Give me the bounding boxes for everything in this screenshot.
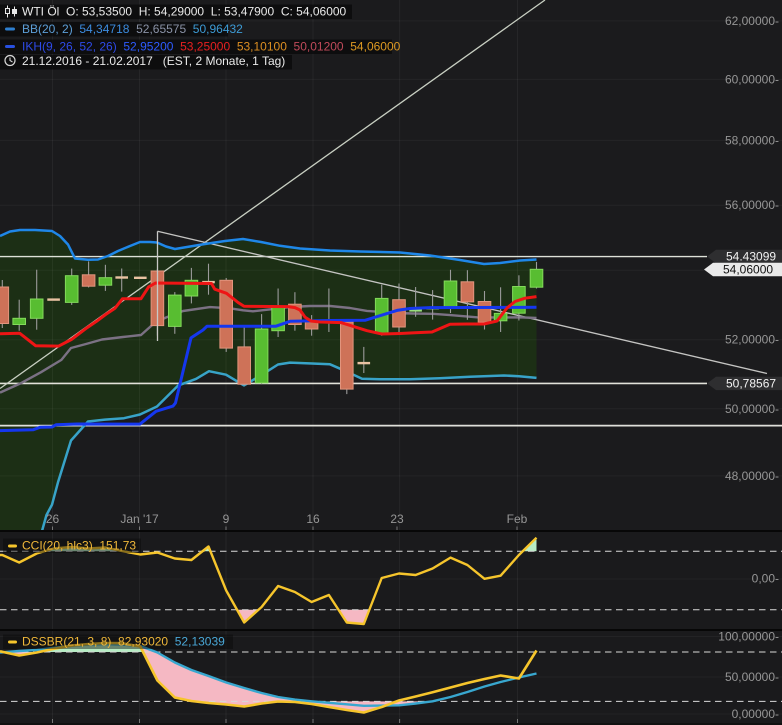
svg-text:0,00000-: 0,00000- bbox=[732, 707, 779, 721]
svg-text:50,00000-: 50,00000- bbox=[725, 402, 779, 416]
svg-text:CCI(20, hlc3) 151,73: CCI(20, hlc3) 151,73 bbox=[22, 539, 136, 553]
svg-text:16: 16 bbox=[306, 512, 320, 526]
svg-text:56,00000-: 56,00000- bbox=[725, 198, 779, 212]
svg-text:IKH(9, 26, 52, 26) 52,95200: IKH(9, 26, 52, 26) 52,95200 53,25000 53,… bbox=[22, 40, 401, 54]
svg-text:58,00000-: 58,00000- bbox=[725, 133, 779, 147]
svg-text:21.12.2016 - 21.02.2017 (EST: 21.12.2016 - 21.02.2017 (EST, 2 Monate, … bbox=[22, 54, 285, 68]
svg-text:BB(20, 2) 54,34718 52,65575: BB(20, 2) 54,34718 52,65575 50,96432 bbox=[22, 22, 243, 36]
svg-text:50,00000-: 50,00000- bbox=[725, 670, 779, 684]
svg-text:Jan '17: Jan '17 bbox=[120, 512, 159, 526]
svg-text:Feb: Feb bbox=[507, 512, 528, 526]
svg-text:62,00000-: 62,00000- bbox=[725, 14, 779, 28]
svg-text:50,78567: 50,78567 bbox=[726, 377, 776, 391]
svg-text:WTI Öl O: 53,53500 H: 54,290: WTI Öl O: 53,53500 H: 54,29000 L: 53,479… bbox=[22, 5, 347, 19]
svg-text:0,00-: 0,00- bbox=[752, 572, 779, 586]
svg-text:52,00000-: 52,00000- bbox=[725, 333, 779, 347]
svg-text:100,00000-: 100,00000- bbox=[718, 630, 779, 644]
svg-text:48,00000-: 48,00000- bbox=[725, 469, 779, 483]
svg-text:DSSBR(21, 3, 8) 82,93020 52,: DSSBR(21, 3, 8) 82,93020 52,13039 bbox=[22, 635, 225, 649]
svg-text:26: 26 bbox=[46, 512, 60, 526]
svg-text:54.43099: 54.43099 bbox=[726, 250, 776, 264]
svg-text:54,06000: 54,06000 bbox=[723, 263, 773, 277]
svg-text:9: 9 bbox=[223, 512, 230, 526]
svg-text:60,00000-: 60,00000- bbox=[725, 72, 779, 86]
svg-text:23: 23 bbox=[390, 512, 404, 526]
